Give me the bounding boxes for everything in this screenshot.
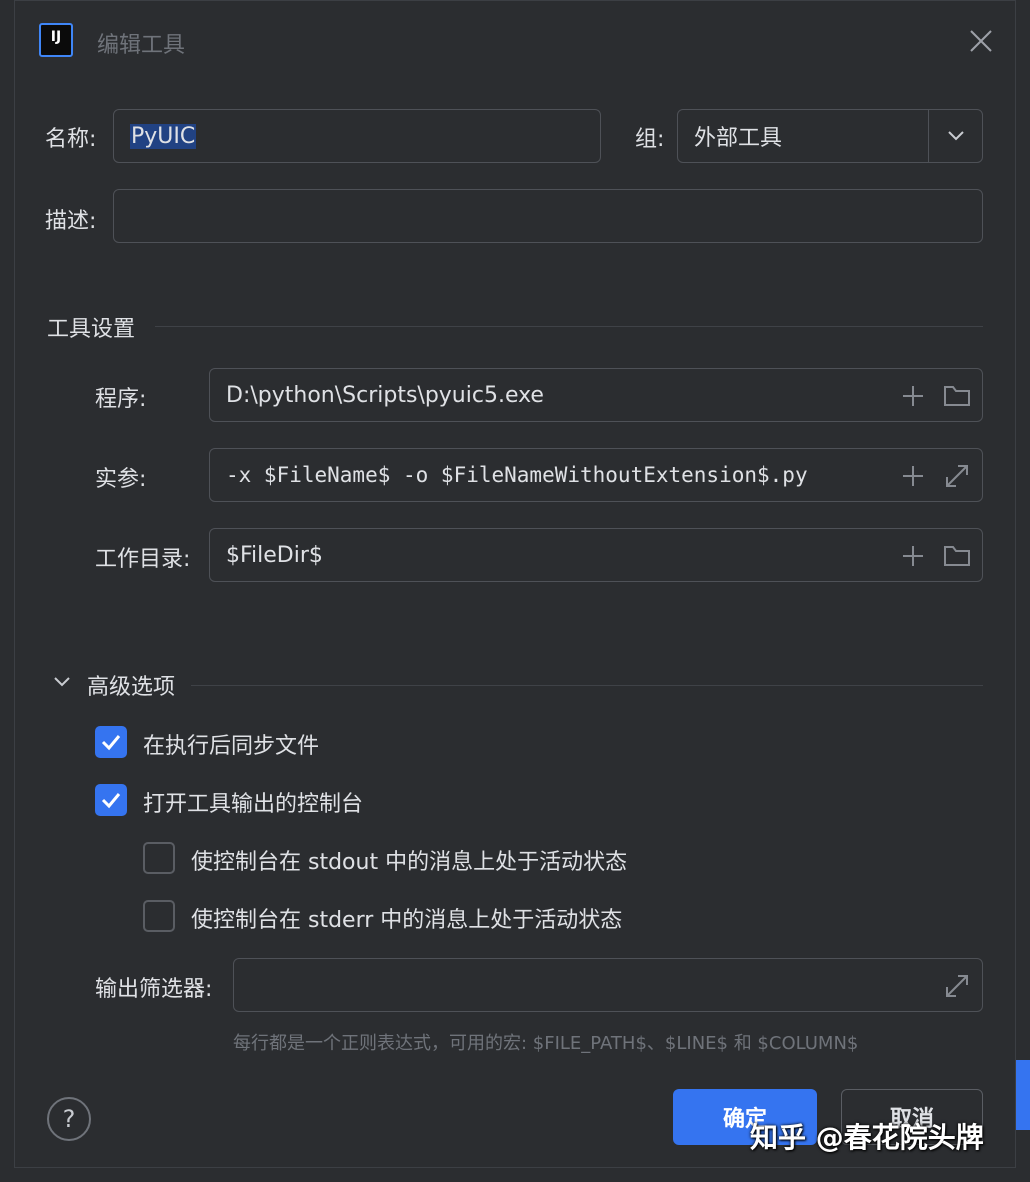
close-icon[interactable]: [967, 27, 995, 55]
workdir-value: $FileDir$: [226, 542, 323, 568]
description-input[interactable]: [113, 189, 983, 243]
description-label: 描述:: [45, 209, 97, 234]
help-button[interactable]: ?: [47, 1097, 91, 1141]
tool-settings-title: 工具设置: [47, 317, 136, 342]
section-divider: [191, 685, 983, 686]
insert-macro-plus-icon[interactable]: [898, 381, 928, 411]
open-console-checkbox[interactable]: [95, 784, 127, 816]
output-filter-label: 输出筛选器:: [95, 977, 213, 1002]
checkmark-icon: [101, 735, 121, 751]
name-input[interactable]: PyUIC: [113, 109, 601, 163]
name-value: PyUIC: [130, 123, 197, 149]
program-input[interactable]: D:\python\Scripts\pyuic5.exe: [209, 368, 983, 422]
name-label: 名称:: [45, 127, 97, 152]
background-window-edge: [1016, 1060, 1030, 1130]
insert-macro-plus-icon[interactable]: [898, 461, 928, 491]
arguments-value: -x $FileName$ -o $FileNameWithoutExtensi…: [226, 463, 808, 487]
stderr-activate-checkbox[interactable]: [143, 900, 175, 932]
chevron-down-icon: [947, 131, 964, 141]
dialog-title: 编辑工具: [97, 33, 186, 58]
workdir-input[interactable]: $FileDir$: [209, 528, 983, 582]
title-bar: IJ 编辑工具: [15, 1, 1015, 81]
browse-folder-icon[interactable]: [942, 381, 972, 411]
arguments-input[interactable]: -x $FileName$ -o $FileNameWithoutExtensi…: [209, 448, 983, 502]
stdout-activate-label[interactable]: 使控制台在 stdout 中的消息上处于活动状态: [191, 844, 627, 876]
advanced-options-title[interactable]: 高级选项: [87, 669, 175, 701]
group-value: 外部工具: [694, 126, 783, 151]
checkmark-icon: [101, 793, 121, 809]
stderr-activate-label[interactable]: 使控制台在 stderr 中的消息上处于活动状态: [191, 902, 622, 934]
output-filter-hint: 每行都是一个正则表达式，可用的宏: $FILE_PATH$、$LINE$ 和 $…: [233, 1033, 859, 1054]
group-combobox[interactable]: 外部工具: [677, 109, 983, 163]
open-console-label[interactable]: 打开工具输出的控制台: [143, 786, 363, 818]
sync-files-label[interactable]: 在执行后同步文件: [143, 728, 319, 760]
section-divider: [155, 326, 983, 327]
program-value: D:\python\Scripts\pyuic5.exe: [226, 382, 544, 408]
group-dropdown-button[interactable]: [928, 110, 982, 162]
group-label: 组:: [635, 127, 665, 152]
insert-macro-plus-icon[interactable]: [898, 541, 928, 571]
edit-tool-dialog: IJ 编辑工具 名称: PyUIC 组: 外部工具 描述: 工具设置 程序: D…: [14, 0, 1016, 1168]
intellij-logo-icon: IJ: [39, 23, 73, 57]
arguments-label: 实参:: [95, 467, 147, 492]
expand-icon[interactable]: [942, 971, 972, 1001]
stdout-activate-checkbox[interactable]: [143, 842, 175, 874]
output-filter-input[interactable]: [233, 958, 983, 1012]
chevron-down-icon[interactable]: [53, 675, 71, 689]
watermark: 知乎 @春花院头牌: [750, 1121, 984, 1154]
sync-files-checkbox[interactable]: [95, 726, 127, 758]
program-label: 程序:: [95, 387, 147, 412]
expand-icon[interactable]: [942, 461, 972, 491]
workdir-label: 工作目录:: [95, 547, 191, 572]
browse-folder-icon[interactable]: [942, 541, 972, 571]
